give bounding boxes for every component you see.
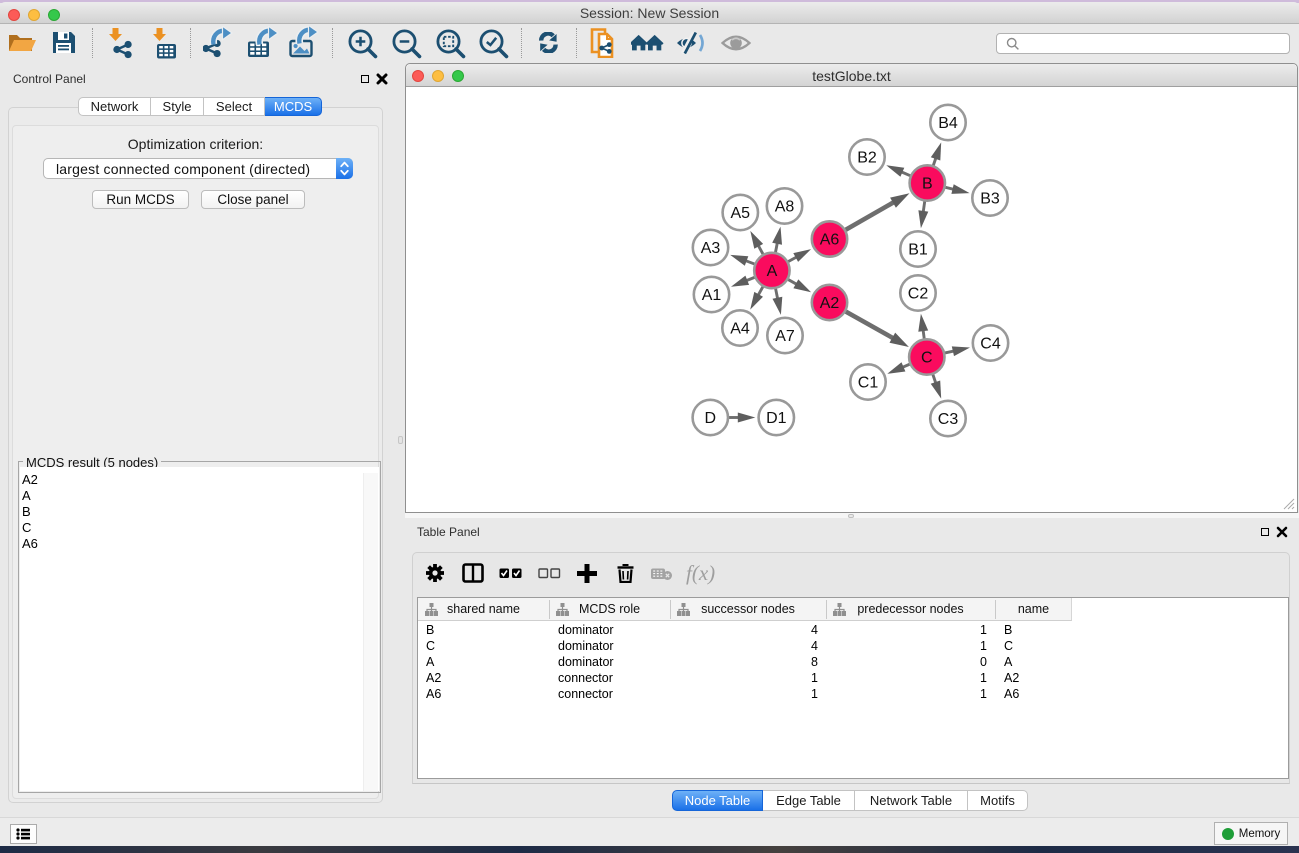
svg-text:C4: C4 [980,336,1001,353]
svg-text:A3: A3 [701,240,721,257]
svg-text:A7: A7 [775,328,795,345]
svg-text:A4: A4 [730,321,750,338]
svg-text:A: A [767,263,778,280]
svg-text:A6: A6 [820,232,840,249]
svg-text:A5: A5 [731,205,751,222]
svg-text:D: D [705,410,717,427]
svg-text:C1: C1 [858,375,879,392]
svg-text:A1: A1 [702,287,722,304]
svg-text:B4: B4 [938,115,958,132]
svg-text:D1: D1 [766,410,787,427]
svg-text:C3: C3 [938,411,959,428]
svg-text:B2: B2 [857,150,877,167]
svg-text:C2: C2 [908,286,929,303]
svg-text:A8: A8 [775,199,795,216]
svg-text:C: C [921,350,933,367]
svg-text:A2: A2 [820,295,840,312]
svg-text:B: B [922,176,933,193]
svg-text:B1: B1 [908,242,928,259]
svg-text:B3: B3 [980,191,1000,208]
